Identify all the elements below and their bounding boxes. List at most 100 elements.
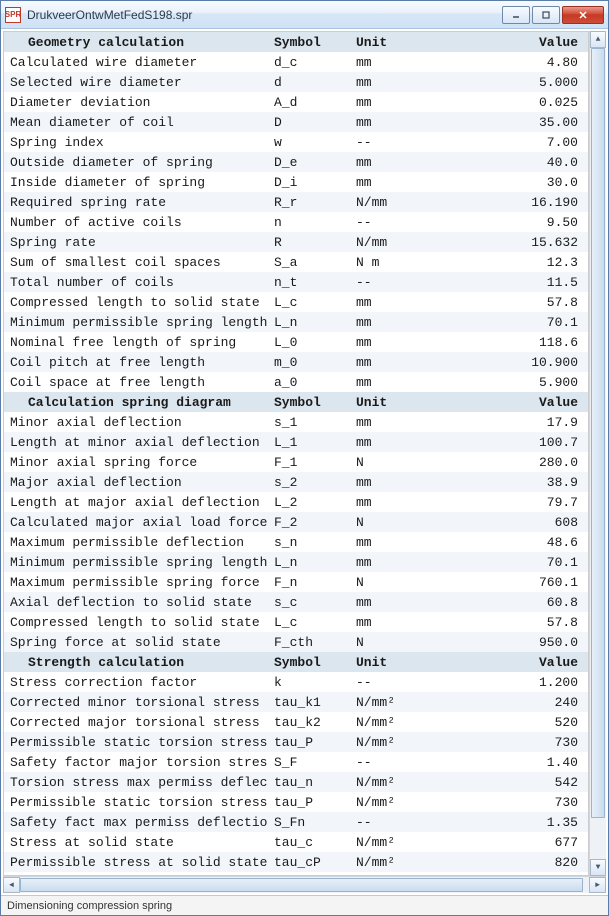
- table-row[interactable]: Required spring rateR_rN/mm16.190: [4, 192, 588, 212]
- maximize-button[interactable]: [532, 6, 560, 24]
- table-row[interactable]: Safety factor major torsion stressS_F--1…: [4, 752, 588, 772]
- table-row[interactable]: Compressed length to solid stateL_cmm57.…: [4, 612, 588, 632]
- cell-desc: Minimum permissible spring length: [4, 552, 268, 572]
- cell-desc: Stress correction factor: [4, 672, 268, 692]
- table-row[interactable]: Corrected major torsional stresstau_k2N/…: [4, 712, 588, 732]
- table-row[interactable]: Calculated major axial load forceF_2N608: [4, 512, 588, 532]
- cell-value: 70.1: [422, 552, 588, 572]
- table-row[interactable]: Spring indexw--7.00: [4, 132, 588, 152]
- table-row[interactable]: Permissible static torsion stresstau_PN/…: [4, 732, 588, 752]
- vscroll-track[interactable]: [590, 48, 606, 859]
- table-row[interactable]: Permissible static torsion stresstau_PN/…: [4, 792, 588, 812]
- col-unit-header: Unit: [350, 32, 422, 52]
- cell-unit: --: [350, 752, 422, 772]
- table-row[interactable]: Calculated wire diameterd_cmm4.80: [4, 52, 588, 72]
- table-row[interactable]: Selected wire diameterdmm5.000: [4, 72, 588, 92]
- cell-symbol: tau_cP: [268, 852, 350, 872]
- cell-unit: N/mm²: [350, 792, 422, 812]
- table-row[interactable]: Total number of coilsn_t--11.5: [4, 272, 588, 292]
- cell-symbol: tau_k2: [268, 712, 350, 732]
- table-row[interactable]: Axial deflection to solid states_cmm60.8: [4, 592, 588, 612]
- close-button[interactable]: [562, 6, 604, 24]
- cell-value: 57.8: [422, 612, 588, 632]
- table-row[interactable]: Sum of smallest coil spacesS_aN m12.3: [4, 252, 588, 272]
- vertical-scrollbar[interactable]: ▲ ▼: [589, 31, 606, 876]
- table-row[interactable]: Number of active coilsn--9.50: [4, 212, 588, 232]
- col-symbol-header: Symbol: [268, 652, 350, 672]
- hscroll-thumb[interactable]: [20, 878, 583, 892]
- scroll-up-button[interactable]: ▲: [590, 31, 606, 48]
- cell-unit: mm: [350, 172, 422, 192]
- scroll-down-button[interactable]: ▼: [590, 859, 606, 876]
- cell-symbol: s_1: [268, 412, 350, 432]
- table-row[interactable]: Stress at solid statetau_cN/mm²677: [4, 832, 588, 852]
- table-row[interactable]: Mean diameter of coilDmm35.00: [4, 112, 588, 132]
- cell-symbol: D: [268, 112, 350, 132]
- cell-desc: Calculated major axial load force: [4, 512, 268, 532]
- vscroll-thumb[interactable]: [591, 48, 605, 818]
- cell-desc: Total number of coils: [4, 272, 268, 292]
- cell-unit: N/mm²: [350, 852, 422, 872]
- table-row[interactable]: Nominal free length of springL_0mm118.6: [4, 332, 588, 352]
- cell-unit: mm: [350, 112, 422, 132]
- cell-value: 10.900: [422, 352, 588, 372]
- col-value-header: Value: [422, 32, 588, 52]
- table-row[interactable]: Safety fact max permiss deflectionS_Fn--…: [4, 812, 588, 832]
- hscroll-track[interactable]: [20, 877, 589, 893]
- scroll-right-button[interactable]: ►: [589, 877, 606, 893]
- cell-desc: Minimum permissible spring length: [4, 312, 268, 332]
- cell-value: 1.35: [422, 812, 588, 832]
- table-row[interactable]: Coil space at free lengtha_0mm5.900: [4, 372, 588, 392]
- scroll-area: Geometry calculationSymbolUnitValueCalcu…: [3, 31, 606, 876]
- table-row[interactable]: Inside diameter of springD_imm30.0: [4, 172, 588, 192]
- table-row[interactable]: Minor axial deflections_1mm17.9: [4, 412, 588, 432]
- cell-symbol: w: [268, 132, 350, 152]
- col-unit-header: Unit: [350, 652, 422, 672]
- cell-desc: Mean diameter of coil: [4, 112, 268, 132]
- table-row[interactable]: Length at minor axial deflectionL_1mm100…: [4, 432, 588, 452]
- cell-unit: --: [350, 672, 422, 692]
- cell-symbol: n: [268, 212, 350, 232]
- cell-unit: mm: [350, 292, 422, 312]
- table-row[interactable]: Stress correction factork--1.200: [4, 672, 588, 692]
- col-unit-header: Unit: [350, 392, 422, 412]
- cell-value: 4.80: [422, 52, 588, 72]
- window-buttons: [502, 6, 604, 24]
- table-row[interactable]: Minimum permissible spring lengthL_nmm70…: [4, 312, 588, 332]
- horizontal-scrollbar[interactable]: ◄ ►: [3, 876, 606, 893]
- table-row[interactable]: Corrected minor torsional stresstau_k1N/…: [4, 692, 588, 712]
- table-row[interactable]: Outside diameter of springD_emm40.0: [4, 152, 588, 172]
- table-row[interactable]: Spring force at solid stateF_cthN950.0: [4, 632, 588, 652]
- cell-value: 1.200: [422, 672, 588, 692]
- cell-unit: N: [350, 452, 422, 472]
- table-row[interactable]: Minor axial spring forceF_1N280.0: [4, 452, 588, 472]
- col-symbol-header: Symbol: [268, 392, 350, 412]
- cell-desc: Permissible static torsion stress: [4, 732, 268, 752]
- cell-desc: Coil space at free length: [4, 372, 268, 392]
- table-row[interactable]: Minimum permissible spring lengthL_nmm70…: [4, 552, 588, 572]
- cell-unit: N/mm²: [350, 692, 422, 712]
- minimize-button[interactable]: [502, 6, 530, 24]
- cell-desc: Length at major axial deflection: [4, 492, 268, 512]
- cell-unit: N: [350, 572, 422, 592]
- table-row[interactable]: Major axial deflections_2mm38.9: [4, 472, 588, 492]
- cell-symbol: A_d: [268, 92, 350, 112]
- cell-symbol: s_n: [268, 532, 350, 552]
- table-row[interactable]: Maximum permissible deflections_nmm48.6: [4, 532, 588, 552]
- table-row[interactable]: Coil pitch at free lengthm_0mm10.900: [4, 352, 588, 372]
- scroll-left-button[interactable]: ◄: [3, 877, 20, 893]
- table-row[interactable]: Maximum permissible spring forceF_nN760.…: [4, 572, 588, 592]
- cell-value: 60.8: [422, 592, 588, 612]
- cell-desc: Maximum permissible deflection: [4, 532, 268, 552]
- cell-unit: N/mm²: [350, 712, 422, 732]
- table-row[interactable]: Compressed length to solid stateL_cmm57.…: [4, 292, 588, 312]
- status-text: Dimensioning compression spring: [7, 900, 172, 912]
- table-row[interactable]: Spring rateRN/mm15.632: [4, 232, 588, 252]
- table-row[interactable]: Permissible stress at solid statetau_cPN…: [4, 852, 588, 872]
- cell-unit: N: [350, 632, 422, 652]
- table-row[interactable]: Torsion stress max permiss deflecttau_nN…: [4, 772, 588, 792]
- cell-value: 40.0: [422, 152, 588, 172]
- cell-symbol: D_e: [268, 152, 350, 172]
- table-row[interactable]: Length at major axial deflectionL_2mm79.…: [4, 492, 588, 512]
- table-row[interactable]: Diameter deviationA_dmm0.025: [4, 92, 588, 112]
